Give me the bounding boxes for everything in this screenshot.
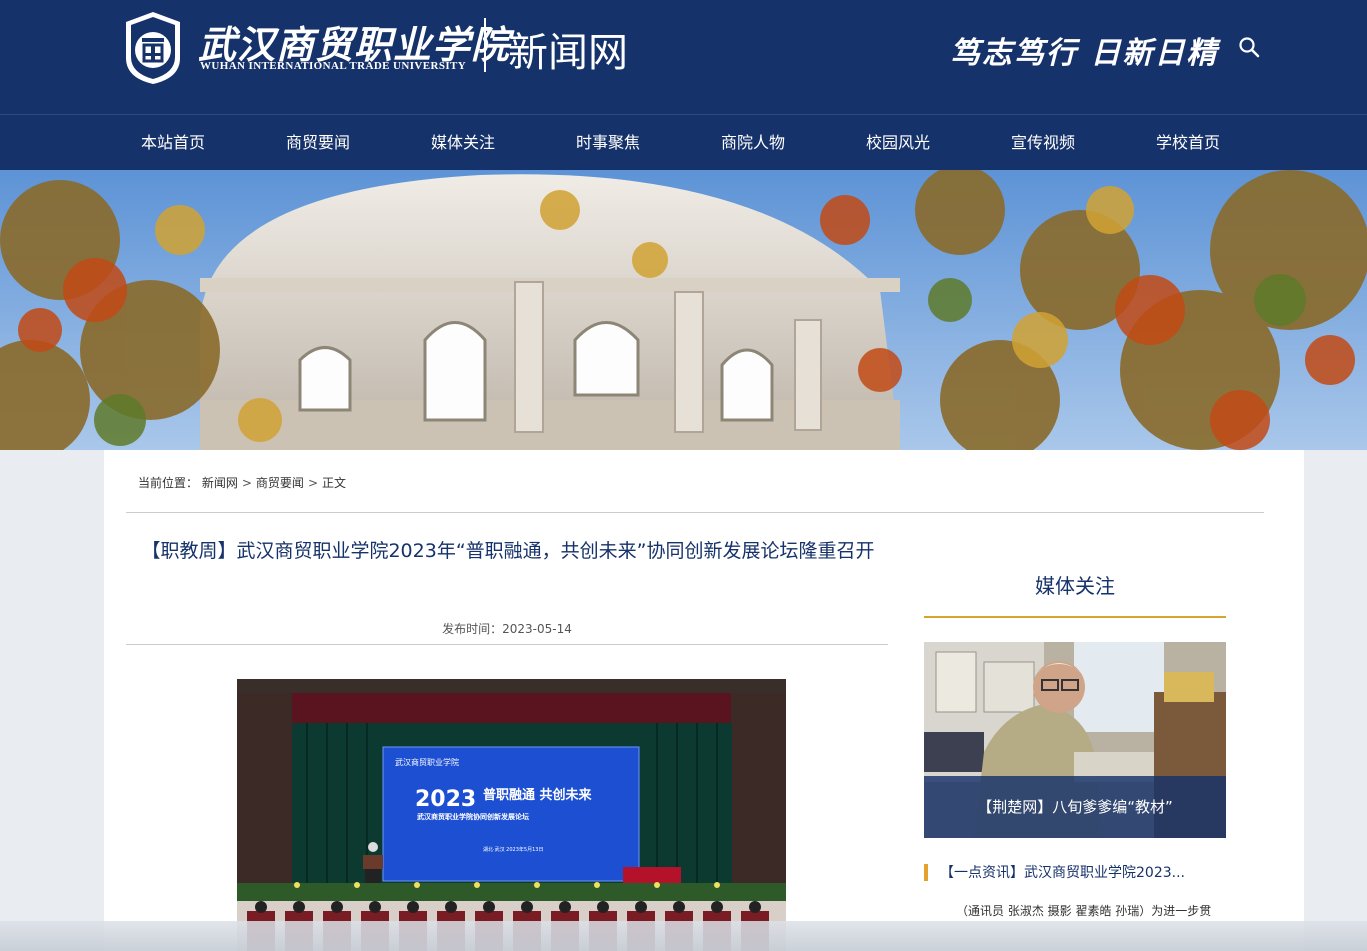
campus-banner-image bbox=[0, 170, 1367, 450]
screen-date: 湖北·武汉 2023年5月13日 bbox=[483, 846, 543, 853]
publish-date-value: 2023-05-14 bbox=[502, 622, 572, 636]
school-seal-logo[interactable] bbox=[122, 10, 184, 86]
breadcrumb-link-news-site[interactable]: 新闻网 bbox=[202, 476, 238, 490]
article-photo: 武汉商贸职业学院 2023 普职融通 共创未来 武汉商贸职业学院协同创新发展论坛… bbox=[237, 679, 786, 951]
school-motto: 笃志笃行 日新日精 bbox=[950, 36, 1219, 71]
sidebar-list-item[interactable]: 【一点资讯】武汉商贸职业学院2023... bbox=[924, 862, 1226, 882]
nav-item-media[interactable]: 媒体关注 bbox=[403, 115, 523, 171]
bottom-edge-overlay bbox=[0, 921, 1367, 951]
nav-item-trade-news[interactable]: 商贸要闻 bbox=[258, 115, 378, 171]
publish-date-label: 发布时间： bbox=[442, 622, 503, 636]
breadcrumb-current: 正文 bbox=[322, 476, 347, 490]
screen-year: 2023 bbox=[415, 787, 476, 812]
publish-date: 发布时间：2023-05-14 bbox=[126, 620, 888, 637]
logo-divider bbox=[484, 18, 486, 72]
forum-stage-photo: 武汉商贸职业学院 2023 普职融通 共创未来 武汉商贸职业学院协同创新发展论坛… bbox=[237, 679, 786, 951]
nav-item-school-home[interactable]: 学校首页 bbox=[1128, 115, 1248, 171]
sidebar-featured-card[interactable]: 【荆楚网】八旬爹爹编“教材” bbox=[924, 642, 1226, 838]
banner-illustration bbox=[0, 170, 1367, 450]
divider bbox=[126, 644, 888, 645]
sidebar-title: 媒体关注 bbox=[1035, 574, 1115, 598]
breadcrumb-link-trade-news[interactable]: 商贸要闻 bbox=[256, 476, 304, 490]
article-title: 【职教周】武汉商贸职业学院2023年“普职融通，共创未来”协同创新发展论坛隆重召… bbox=[141, 540, 875, 562]
content-panel: 当前位置： 新闻网 > 商贸要闻 > 正文 【职教周】武汉商贸职业学院2023年“普职融… bbox=[104, 450, 1304, 951]
breadcrumb-separator: > bbox=[307, 476, 318, 490]
featured-card-caption[interactable]: 【荆楚网】八旬爹爹编“教材” bbox=[924, 776, 1226, 838]
sidebar-title-underline bbox=[924, 616, 1226, 618]
screen-slogan: 普职融通 共创未来 bbox=[483, 787, 593, 803]
nav-item-videos[interactable]: 宣传视频 bbox=[983, 115, 1103, 171]
nav-item-people[interactable]: 商院人物 bbox=[693, 115, 813, 171]
nav-item-current-affairs[interactable]: 时事聚焦 bbox=[548, 115, 668, 171]
list-item-marker bbox=[924, 864, 928, 881]
sidebar-list-item-label[interactable]: 【一点资讯】武汉商贸职业学院2023... bbox=[940, 862, 1185, 882]
breadcrumb-separator: > bbox=[241, 476, 252, 490]
search-icon[interactable] bbox=[1238, 36, 1260, 58]
screen-subtitle: 武汉商贸职业学院协同创新发展论坛 bbox=[417, 812, 529, 821]
site-name[interactable]: 新闻网 bbox=[508, 20, 628, 78]
sidebar-list-snippet: （通讯员 张淑杰 摄影 翟素皓 孙瑞）为进一步贯 bbox=[956, 904, 1212, 918]
breadcrumb-prefix: 当前位置： bbox=[138, 476, 199, 490]
breadcrumb: 当前位置： 新闻网 > 商贸要闻 > 正文 bbox=[138, 474, 346, 491]
school-name-en[interactable]: WUHAN INTERNATIONAL TRADE UNIVERSITY bbox=[200, 60, 466, 72]
site-header: 武汉商贸职业学院 WUHAN INTERNATIONAL TRADE UNIVE… bbox=[0, 0, 1367, 114]
screen-school: 武汉商贸职业学院 bbox=[395, 757, 459, 767]
nav-item-home[interactable]: 本站首页 bbox=[113, 115, 233, 171]
main-nav: 本站首页 商贸要闻 媒体关注 时事聚焦 商院人物 校园风光 宣传视频 学校首页 bbox=[0, 114, 1367, 170]
divider bbox=[126, 512, 1264, 513]
nav-item-campus-scenery[interactable]: 校园风光 bbox=[838, 115, 958, 171]
